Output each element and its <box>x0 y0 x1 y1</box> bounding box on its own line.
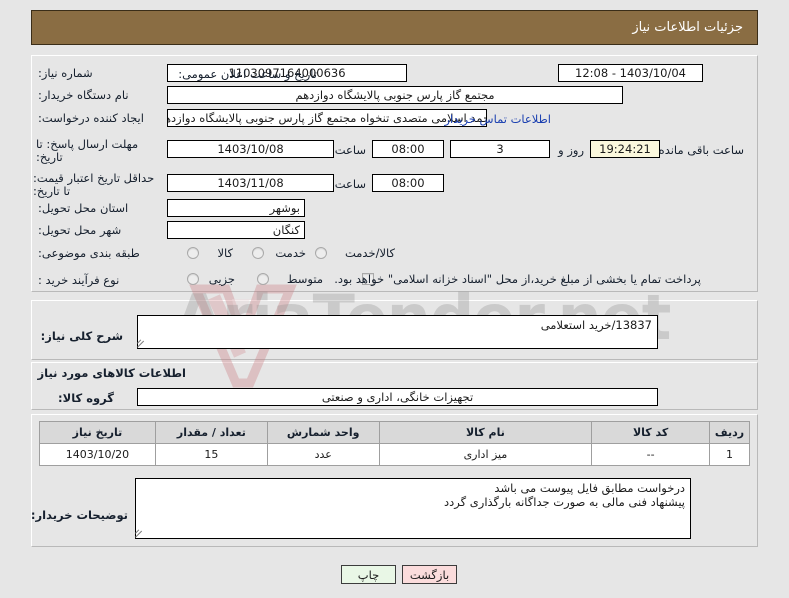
buyer-notes-value[interactable]: درخواست مطابق فایل پیوست می باشد پیشنهاد… <box>135 478 691 539</box>
buyer-notes-label: توضیحات خریدار: <box>30 508 128 522</box>
remaining-time-label: ساعت باقی مانده <box>658 143 744 157</box>
response-deadline-hour-label: ساعت <box>334 143 366 157</box>
response-deadline-date: 1403/10/08 <box>167 140 334 158</box>
cell-row: 1 <box>709 443 750 466</box>
radio-category-kala-khedmat-label: کالا/خدمت <box>344 246 395 260</box>
remaining-time-countdown: 19:24:21 <box>590 140 660 158</box>
th-name: نام کالا <box>378 421 593 444</box>
price-validity-date: 1403/11/08 <box>167 174 334 192</box>
price-validity-time: 08:00 <box>372 174 444 192</box>
radio-process-jozei[interactable] <box>187 273 199 285</box>
requester-value: محمد اسلامی متصدی تنخواه مجتمع گاز پارس … <box>167 109 487 127</box>
th-qty: تعداد / مقدار <box>154 421 268 444</box>
th-unit: واحد شمارش <box>266 421 380 444</box>
response-deadline-time: 08:00 <box>372 140 444 158</box>
remaining-days-label: روز و <box>558 143 584 157</box>
buyer-org-label: نام دستگاه خریدار: <box>38 88 129 102</box>
radio-category-khedmat[interactable] <box>252 247 264 259</box>
radio-category-kala-label: کالا <box>217 246 233 260</box>
remaining-days-value: 3 <box>450 140 550 158</box>
window-title-bar: جزئیات اطلاعات نیاز <box>31 10 758 45</box>
category-label: طبقه بندی موضوعی: <box>38 246 140 260</box>
page-title: جزئیات اطلاعات نیاز <box>632 20 743 35</box>
radio-category-kala[interactable] <box>187 247 199 259</box>
radio-category-kala-khedmat[interactable] <box>315 247 327 259</box>
buyer-org-value: مجتمع گاز پارس جنوبی پالایشگاه دوازدهم <box>167 86 623 104</box>
announce-datetime-value: 1403/10/04 - 12:08 <box>558 64 703 82</box>
delivery-city-value: کنگان <box>167 221 305 239</box>
delivery-province-label: استان محل تحویل: <box>38 201 129 215</box>
goods-table: ردیف کد کالا نام کالا واحد شمارش تعداد /… <box>39 421 750 466</box>
table-header-row: ردیف کد کالا نام کالا واحد شمارش تعداد /… <box>39 421 750 444</box>
cell-unit: عدد <box>266 443 380 466</box>
radio-category-khedmat-label: خدمت <box>275 246 306 260</box>
cell-qty: 15 <box>154 443 268 466</box>
cell-name: میز اداری <box>378 443 593 466</box>
th-need-date: تاریخ نیاز <box>39 421 156 444</box>
goods-section-heading: اطلاعات کالاهای مورد نیاز <box>37 366 186 380</box>
back-button[interactable]: بازگشت <box>402 565 457 584</box>
buyer-contact-link[interactable]: اطلاعات تماس خریدار <box>444 112 551 126</box>
page-root: AriaTender.net جزئیات اطلاعات نیاز شماره… <box>0 0 789 598</box>
th-row: ردیف <box>709 421 750 444</box>
goods-group-value: تجهیزات خانگی، اداری و صنعتی <box>137 388 658 406</box>
delivery-city-label: شهر محل تحویل: <box>38 223 122 237</box>
th-code: کد کالا <box>591 421 711 444</box>
radio-process-motavasset[interactable] <box>257 273 269 285</box>
need-summary-value[interactable]: 13837/خرید استعلامی <box>137 315 658 349</box>
print-button[interactable]: چاپ <box>341 565 396 584</box>
price-validity-label: حداقل تاریخ اعتبار قیمت: تا تاریخ: <box>33 171 155 198</box>
need-number-label: شماره نیاز: <box>38 66 93 80</box>
goods-group-label: گروه کالا: <box>58 391 114 405</box>
process-type-label: نوع فرآیند خرید : <box>38 273 120 287</box>
cell-code: -- <box>591 443 711 466</box>
table-row[interactable]: 1 -- میز اداری عدد 15 1403/10/20 <box>39 443 750 466</box>
need-summary-label: شرح کلی نیاز: <box>40 329 123 343</box>
radio-process-jozei-label: جزیی <box>208 272 235 286</box>
delivery-province-value: بوشهر <box>167 199 305 217</box>
announce-datetime-label: تاریخ و ساعت اعلان عمومی: <box>178 67 317 81</box>
price-validity-hour-label: ساعت <box>334 177 366 191</box>
radio-process-motavasset-label: متوسط <box>286 272 323 286</box>
requester-label: ایجاد کننده درخواست: <box>38 111 144 125</box>
checkbox-islamic-treasury-label: پرداخت تمام یا بخشی از مبلغ خرید،از محل … <box>334 272 701 286</box>
cell-need-date: 1403/10/20 <box>39 443 156 466</box>
response-deadline-label: مهلت ارسال پاسخ: تا تاریخ: <box>36 137 139 164</box>
